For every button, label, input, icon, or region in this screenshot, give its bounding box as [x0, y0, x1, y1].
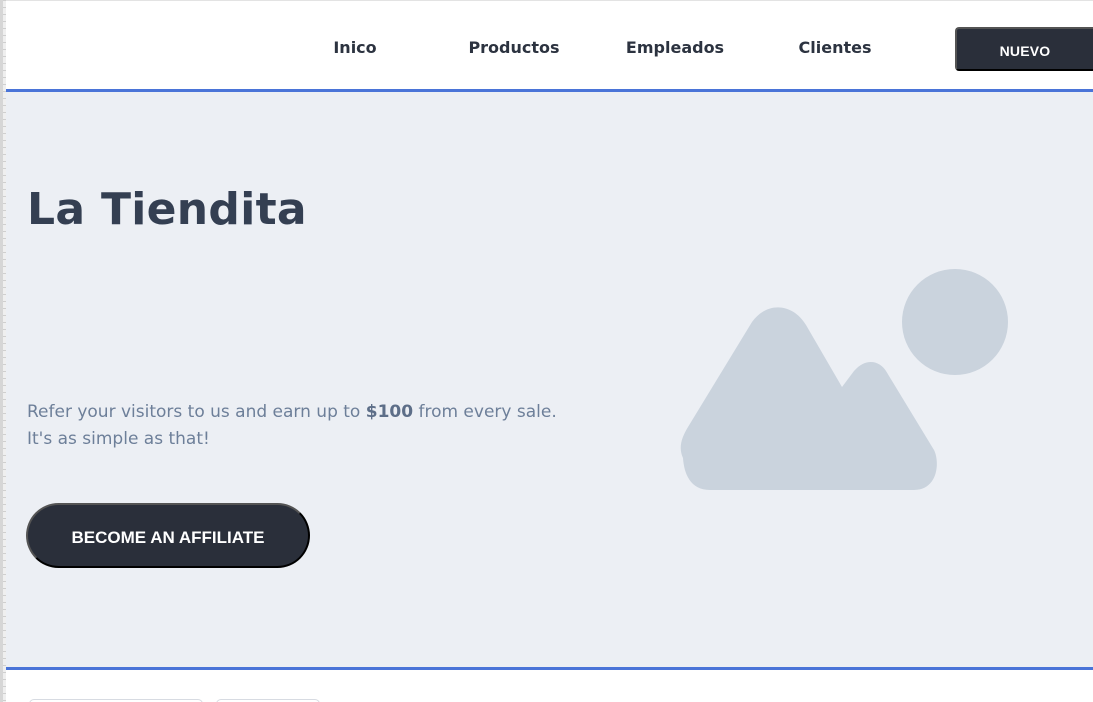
hero-description-line2: It's as simple as that!	[27, 429, 210, 449]
hero-description-part1: Refer your visitors to us and earn up to	[27, 402, 366, 422]
hero-section: La Tiendita Refer your visitors to us an…	[6, 92, 1093, 670]
image-placeholder-icon	[680, 269, 1008, 490]
mountain-shape	[680, 307, 937, 490]
become-affiliate-button[interactable]: BECOME AN AFFILIATE	[26, 503, 310, 568]
nav-link-inicio[interactable]: Inico	[324, 38, 386, 57]
hero-description-amount: $100	[365, 402, 414, 422]
hero-description-part2: from every sale.	[413, 402, 557, 422]
new-button[interactable]: NUEVO	[955, 27, 1093, 71]
nav-link-empleados[interactable]: Empleados	[623, 38, 727, 57]
nav-link-productos[interactable]: Productos	[464, 38, 564, 57]
hero-title: La Tiendita	[27, 184, 307, 235]
top-navbar: Inico Productos Empleados Clientes NUEVO	[6, 0, 1093, 92]
next-section-preview	[6, 673, 1093, 702]
hero-description: Refer your visitors to us and earn up to…	[27, 399, 587, 453]
page: Inico Productos Empleados Clientes NUEVO…	[0, 0, 1093, 702]
sun-circle	[902, 269, 1008, 375]
nav-link-clientes[interactable]: Clientes	[795, 38, 875, 57]
